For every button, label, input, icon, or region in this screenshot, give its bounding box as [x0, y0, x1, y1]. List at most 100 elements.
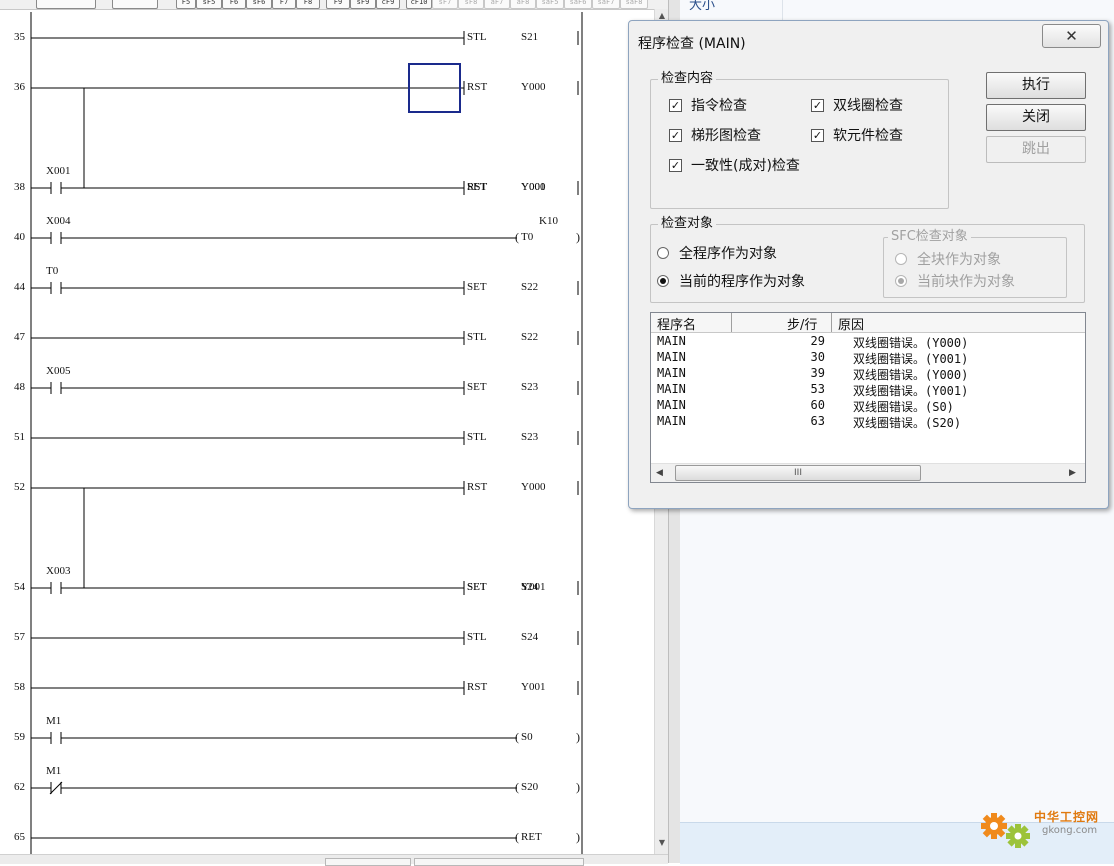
column-header-program[interactable]: 程序名	[657, 314, 696, 333]
result-reason: 双线圈错误。(Y000)	[853, 368, 969, 382]
contact-nc-slash-icon	[49, 781, 63, 795]
result-step: 63	[810, 414, 825, 428]
ladder-check-checkbox[interactable]: ✓ 梯形图检查	[669, 125, 761, 145]
step-number: 52	[14, 481, 25, 493]
all-blocks-radio[interactable]: 全块作为对象	[895, 249, 1001, 269]
instruction-check-checkbox[interactable]: ✓ 指令检查	[669, 95, 747, 115]
scroll-down-icon[interactable]: ▼	[655, 836, 669, 850]
step-number: 48	[14, 381, 26, 393]
result-row[interactable]: MAIN 39 双线圈错误。(Y000)	[651, 366, 1085, 382]
coil-parameter: K10	[539, 215, 558, 227]
result-row[interactable]: MAIN 53 双线圈错误。(Y001)	[651, 382, 1085, 398]
instruction-operand: Y000	[521, 81, 546, 93]
result-row[interactable]: MAIN 63 双线圈错误。(S20)	[651, 414, 1085, 430]
instruction-code: SET	[467, 381, 487, 393]
double-coil-check-checkbox[interactable]: ✓ 双线圈检查	[811, 95, 903, 115]
result-row[interactable]: MAIN 30 双线圈错误。(Y001)	[651, 350, 1085, 366]
step-number: 35	[14, 31, 26, 43]
watermark-url: gkong.com	[1042, 825, 1098, 836]
coil-close-paren-icon: )	[576, 730, 580, 744]
result-step: 39	[810, 366, 825, 380]
contact-label: X003	[46, 565, 71, 577]
instruction-operand: Y000	[521, 481, 546, 493]
results-horizontal-scrollbar[interactable]: ◀ III ▶	[651, 463, 1085, 482]
scroll-left-icon[interactable]: ◀	[656, 464, 663, 482]
contact-label: M1	[46, 715, 61, 727]
instruction-operand: S24	[521, 631, 539, 643]
sfc-target-label: SFC检查对象	[888, 229, 971, 245]
instruction-code: STL	[467, 31, 487, 43]
results-list[interactable]: 程序名 步/行 原因 MAIN 29 双线圈错误。(Y000) MAIN 30 双线圈错误…	[650, 312, 1086, 483]
results-header: 程序名 步/行 原因	[651, 313, 1085, 333]
current-block-radio[interactable]: 当前块作为对象	[895, 271, 1015, 291]
instruction-operand: S22	[521, 331, 538, 343]
program-check-dialog: 程序检查 (MAIN) ✕ 检查内容 ✓ 指令检查 ✓ 双线圈检查 ✓ 梯形图检查 ✓…	[628, 20, 1109, 509]
result-step: 60	[810, 398, 825, 412]
result-program: MAIN	[657, 366, 686, 380]
coil-label: S20	[521, 781, 539, 793]
coil-open-paren-icon: (	[515, 830, 519, 844]
result-reason: 双线圈错误。(Y000)	[853, 336, 969, 350]
instruction-code: RST	[467, 681, 487, 693]
instruction-operand: S23	[521, 381, 539, 393]
step-number: 54	[14, 581, 26, 593]
current-program-radio[interactable]: 当前的程序作为对象	[657, 271, 805, 291]
result-step: 30	[810, 350, 825, 364]
instruction-code: STL	[467, 631, 487, 643]
result-reason: 双线圈错误。(Y001)	[853, 384, 969, 398]
ladder-diagram[interactable]: 35 STL S21 36 RST Y000 RST Y001 38 X001 SET Y000 40 X…	[0, 0, 668, 854]
step-number: 47	[14, 331, 26, 343]
column-header-reason[interactable]: 原因	[838, 314, 864, 333]
result-row[interactable]: MAIN 60 双线圈错误。(S0)	[651, 398, 1085, 414]
jump-button[interactable]: 跳出	[986, 136, 1086, 163]
coil-open-paren-icon: (	[515, 230, 519, 244]
result-row[interactable]: MAIN 29 双线圈错误。(Y000)	[651, 334, 1085, 350]
instruction-operand: S24	[521, 581, 539, 593]
coil-close-paren-icon: )	[576, 830, 580, 844]
close-icon[interactable]: ✕	[1042, 24, 1101, 48]
result-reason: 双线圈错误。(S0)	[853, 400, 954, 414]
instruction-operand: Y001	[521, 681, 545, 693]
result-step: 29	[810, 334, 825, 348]
instruction-code: SET	[467, 281, 487, 293]
instruction-code: SET	[467, 581, 487, 593]
execute-button[interactable]: 执行	[986, 72, 1086, 99]
result-program: MAIN	[657, 350, 686, 364]
result-step: 53	[810, 382, 825, 396]
dialog-title: 程序检查 (MAIN)	[638, 36, 746, 52]
consistency-check-checkbox[interactable]: ✓ 一致性(成对)检查	[669, 155, 800, 175]
instruction-code: RST	[467, 481, 487, 493]
step-number: 58	[14, 681, 26, 693]
radio-selected-icon	[657, 275, 669, 287]
result-program: MAIN	[657, 334, 686, 348]
step-number: 38	[14, 181, 26, 193]
column-header-step[interactable]: 步/行	[787, 314, 817, 333]
scroll-thumb[interactable]: III	[675, 465, 921, 481]
radio-icon	[657, 247, 669, 259]
radio-icon	[895, 253, 907, 265]
contact-label: X004	[46, 215, 71, 227]
coil-label: RET	[521, 831, 542, 843]
contact-label: X001	[46, 165, 70, 177]
result-reason: 双线圈错误。(S20)	[853, 416, 962, 430]
checkbox-mark-icon: ✓	[669, 98, 682, 112]
scroll-right-icon[interactable]: ▶	[1069, 464, 1076, 482]
instruction-operand: S23	[521, 431, 539, 443]
instruction-code: RST	[467, 81, 487, 93]
contact-label: T0	[46, 265, 59, 277]
watermark-logo: 中华工控网 gkong.com	[978, 804, 1106, 854]
coil-label: T0	[521, 231, 534, 243]
check-content-label: 检查内容	[658, 71, 717, 87]
radio-selected-icon	[895, 275, 907, 287]
step-number: 65	[14, 831, 26, 843]
all-program-radio[interactable]: 全程序作为对象	[657, 243, 777, 263]
close-button[interactable]: 关闭	[986, 104, 1086, 131]
coil-open-paren-icon: (	[515, 730, 519, 744]
contact-label: M1	[46, 765, 61, 777]
device-check-checkbox[interactable]: ✓ 软元件检查	[811, 125, 903, 145]
step-number: 51	[14, 431, 25, 443]
result-program: MAIN	[657, 398, 686, 412]
checkbox-mark-icon: ✓	[811, 128, 824, 142]
step-number: 40	[14, 231, 26, 243]
checkbox-mark-icon: ✓	[669, 128, 682, 142]
